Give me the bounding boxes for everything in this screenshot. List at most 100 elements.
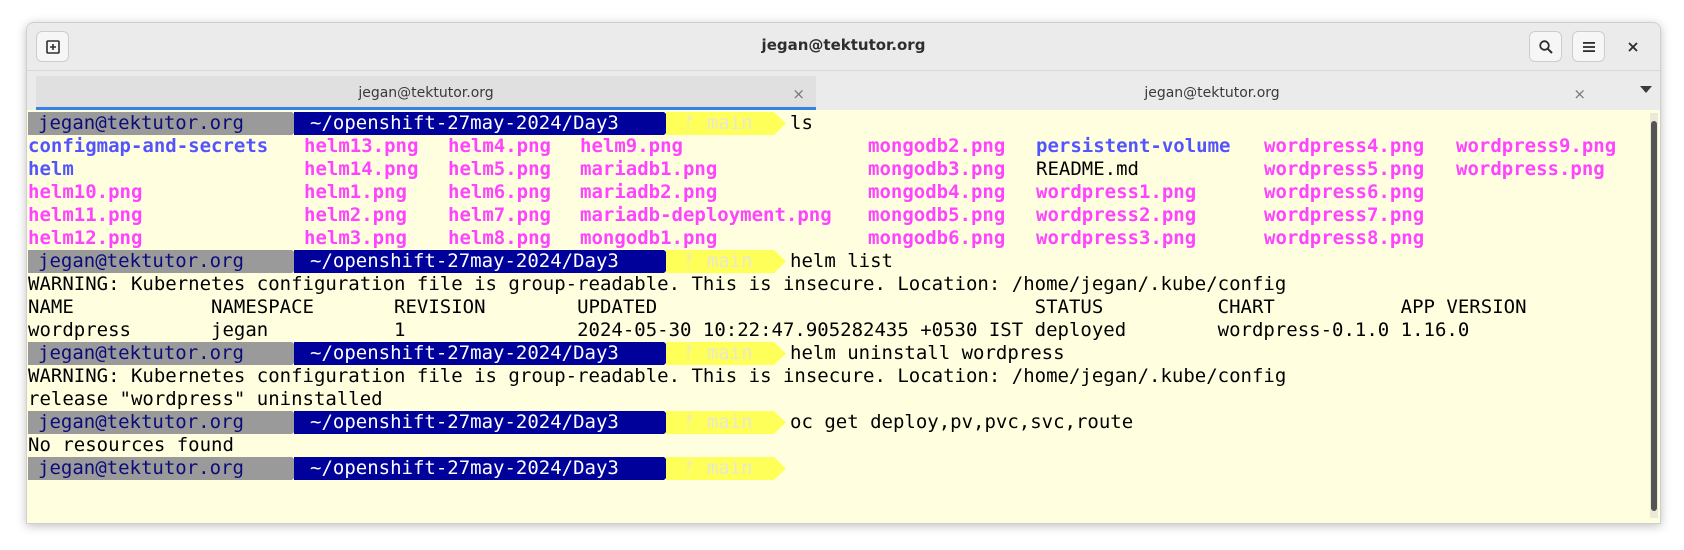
ls-entry-file: mariadb2.png xyxy=(580,181,718,203)
prompt-user: jegan@tektutor.org xyxy=(28,411,292,434)
ls-entry-file: wordpress4.png xyxy=(1264,135,1425,157)
ls-entry-file: helm8.png xyxy=(448,227,551,249)
ls-entry-file: helm10.png xyxy=(28,181,143,203)
prompt-git-branch: ᚠ main xyxy=(666,250,774,273)
titlebar: jegan@tektutor.org xyxy=(27,23,1660,71)
ls-entry-file: helm5.png xyxy=(448,158,551,180)
prompt-dir: ~/openshift-27may-2024/Day3 xyxy=(294,457,664,480)
ls-entry-file: mongodb6.png xyxy=(868,227,1006,249)
prompt-user: jegan@tektutor.org xyxy=(28,112,292,135)
vertical-scrollbar[interactable] xyxy=(1650,113,1658,518)
ls-entry-file: mariadb-deployment.png xyxy=(580,204,832,226)
ls-entry-file: wordpress6.png xyxy=(1264,181,1425,203)
ls-entry-file: mongodb4.png xyxy=(868,181,1006,203)
helm-list-row: wordpress jegan 1 2024-05-30 10:22:47.90… xyxy=(28,319,1470,341)
command-text: helm uninstall wordpress xyxy=(790,342,1065,364)
prompt-arrow-icon xyxy=(774,342,786,365)
prompt-dir: ~/openshift-27may-2024/Day3 xyxy=(294,342,664,365)
ls-entry-file: mongodb3.png xyxy=(868,158,1006,180)
prompt-git-branch: ᚠ main xyxy=(666,342,774,365)
ls-entry-file: wordpress8.png xyxy=(1264,227,1425,249)
terminal-window: jegan@tektutor.org jegan@tektutor.org × xyxy=(26,22,1661,524)
prompt-arrow-icon xyxy=(774,250,786,273)
output-warning: WARNING: Kubernetes configuration file i… xyxy=(28,365,1287,387)
ls-entry-file: wordpress5.png xyxy=(1264,158,1425,180)
ls-entry-file: README.md xyxy=(1036,158,1139,180)
ls-entry-file: wordpress7.png xyxy=(1264,204,1425,226)
command-text: helm list xyxy=(790,250,893,272)
ls-entry-file: helm13.png xyxy=(304,135,419,157)
command-text: oc get deploy,pv,pvc,svc,route xyxy=(790,411,1134,433)
ls-entry-file: wordpress1.png xyxy=(1036,181,1197,203)
prompt-line: jegan@tektutor.org ~/openshift-27may-202… xyxy=(28,250,928,273)
hamburger-menu-icon xyxy=(1582,41,1595,52)
prompt-arrow-icon xyxy=(774,457,786,480)
ls-entry-file: helm6.png xyxy=(448,181,551,203)
prompt-line: jegan@tektutor.org ~/openshift-27may-202… xyxy=(28,342,1128,365)
ls-entry-file: helm4.png xyxy=(448,135,551,157)
search-button[interactable] xyxy=(1529,31,1562,62)
ls-column-6: persistent-volume README.md wordpress1.p… xyxy=(1036,135,1230,249)
prompt-arrow-icon xyxy=(774,411,786,434)
ls-entry-dir: persistent-volume xyxy=(1036,135,1231,157)
prompt-user: jegan@tektutor.org xyxy=(28,250,292,273)
ls-column-8: wordpress9.png wordpress.png xyxy=(1456,135,1616,180)
tab-label: jegan@tektutor.org xyxy=(1144,85,1280,101)
ls-entry-file: helm1.png xyxy=(304,181,407,203)
prompt-git-branch: ᚠ main xyxy=(666,457,774,480)
ls-column-5: mongodb2.png mongodb3.png mongodb4.png m… xyxy=(868,135,1005,249)
tab-2[interactable]: jegan@tektutor.org × xyxy=(817,76,1607,110)
ls-column-4: helm9.png mariadb1.png mariadb2.png mari… xyxy=(580,135,832,249)
ls-entry-dir: helm xyxy=(28,158,74,180)
ls-entry-file: wordpress3.png xyxy=(1036,227,1197,249)
command-text: ls xyxy=(790,112,813,134)
prompt-line: jegan@tektutor.org ~/openshift-27may-202… xyxy=(28,112,828,135)
search-icon xyxy=(1538,39,1553,54)
ls-entry-file: helm14.png xyxy=(304,158,419,180)
close-window-button[interactable] xyxy=(1616,31,1649,62)
prompt-dir: ~/openshift-27may-2024/Day3 xyxy=(294,112,664,135)
prompt-line: jegan@tektutor.org ~/openshift-27may-202… xyxy=(28,411,1228,434)
ls-column-3: helm4.png helm5.png helm6.png helm7.png … xyxy=(448,135,551,249)
ls-entry-file: helm9.png xyxy=(580,135,683,157)
ls-entry-file: mariadb1.png xyxy=(580,158,718,180)
ls-entry-file: mongodb5.png xyxy=(868,204,1006,226)
ls-entry-file: wordpress.png xyxy=(1456,158,1605,180)
prompt-line: jegan@tektutor.org ~/openshift-27may-202… xyxy=(28,457,828,480)
tab-bar: jegan@tektutor.org × jegan@tektutor.org … xyxy=(27,71,1660,110)
ls-entry-dir: configmap-and-secrets xyxy=(28,135,269,157)
ls-entry-file: helm12.png xyxy=(28,227,143,249)
prompt-dir: ~/openshift-27may-2024/Day3 xyxy=(294,250,664,273)
terminal-output[interactable]: jegan@tektutor.org ~/openshift-27may-202… xyxy=(27,110,1647,523)
output-no-resources: No resources found xyxy=(28,434,234,456)
ls-entry-file: mongodb2.png xyxy=(868,135,1006,157)
tab-close-icon[interactable]: × xyxy=(792,85,805,103)
window-title: jegan@tektutor.org xyxy=(761,36,926,54)
prompt-git-branch: ᚠ main xyxy=(666,411,774,434)
prompt-dir: ~/openshift-27may-2024/Day3 xyxy=(294,411,664,434)
main-menu-button[interactable] xyxy=(1572,31,1605,62)
chevron-down-icon[interactable] xyxy=(1640,86,1652,94)
prompt-user: jegan@tektutor.org xyxy=(28,457,292,480)
ls-column-2: helm13.png helm14.png helm1.png helm2.pn… xyxy=(304,135,418,249)
tab-1[interactable]: jegan@tektutor.org × xyxy=(36,76,816,110)
tab-close-icon[interactable]: × xyxy=(1573,85,1586,103)
ls-entry-file: wordpress9.png xyxy=(1456,135,1617,157)
prompt-git-branch: ᚠ main xyxy=(666,112,774,135)
close-icon xyxy=(1627,41,1638,52)
ls-column-7: wordpress4.png wordpress5.png wordpress6… xyxy=(1264,135,1424,249)
ls-entry-file: helm11.png xyxy=(28,204,143,226)
prompt-user: jegan@tektutor.org xyxy=(28,342,292,365)
tab-label: jegan@tektutor.org xyxy=(358,85,494,101)
output-uninstalled: release "wordpress" uninstalled xyxy=(28,388,383,410)
helm-list-header: NAME NAMESPACE REVISION UPDATED STATUS C… xyxy=(28,296,1527,318)
ls-entry-file: wordpress2.png xyxy=(1036,204,1197,226)
output-warning: WARNING: Kubernetes configuration file i… xyxy=(28,273,1287,295)
ls-entry-file: helm2.png xyxy=(304,204,407,226)
ls-column-1: configmap-and-secrets helm helm10.png he… xyxy=(28,135,268,249)
ls-entry-file: helm3.png xyxy=(304,227,407,249)
ls-entry-file: helm7.png xyxy=(448,204,551,226)
prompt-arrow-icon xyxy=(774,112,786,135)
scrollbar-thumb[interactable] xyxy=(1651,121,1657,511)
ls-entry-file: mongodb1.png xyxy=(580,227,718,249)
